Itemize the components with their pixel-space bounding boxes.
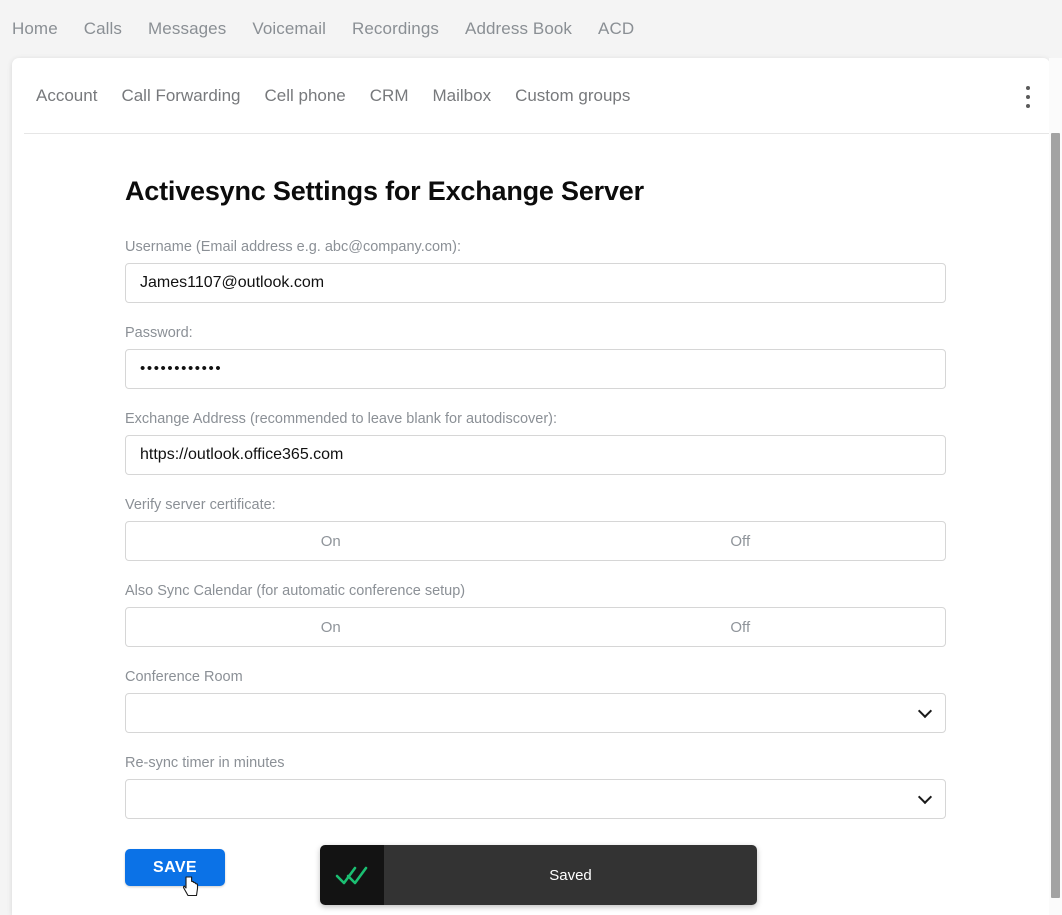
settings-card: Account Call Forwarding Cell phone CRM M… [12,58,1050,915]
field-password: Password: •••••••••••• [125,325,1050,389]
double-check-icon [335,866,368,885]
password-input[interactable]: •••••••••••• [125,349,946,389]
conference-room-select-wrap [125,693,946,733]
tab-custom-groups[interactable]: Custom groups [503,86,642,106]
settings-tab-bar: Account Call Forwarding Cell phone CRM M… [12,58,1050,134]
tab-call-forwarding[interactable]: Call Forwarding [109,86,252,106]
activesync-settings-form: Activesync Settings for Exchange Server … [12,133,1050,909]
tab-bar-divider [24,133,1050,134]
top-navigation-bar: Home Calls Messages Voicemail Recordings… [0,0,1062,58]
topnav-item-voicemail[interactable]: Voicemail [239,0,339,58]
field-sync-calendar: Also Sync Calendar (for automatic confer… [125,583,1050,647]
kebab-vertical-icon[interactable] [1016,84,1040,110]
field-resync-timer: Re-sync timer in minutes [125,755,1050,819]
topnav-item-recordings[interactable]: Recordings [339,0,452,58]
verify-certificate-toggle-group: On Off [125,521,946,561]
username-label: Username (Email address e.g. abc@company… [125,239,461,255]
tab-account[interactable]: Account [24,86,109,106]
kebab-dot-2 [1026,95,1030,99]
field-conference-room: Conference Room [125,669,1050,733]
resync-timer-select[interactable] [125,779,946,819]
conference-room-label: Conference Room [125,669,243,685]
topnav-item-home[interactable]: Home [12,0,71,58]
field-verify-certificate: Verify server certificate: On Off [125,497,1050,561]
topnav-item-messages[interactable]: Messages [135,0,239,58]
sync-calendar-on-option[interactable]: On [126,608,536,646]
sync-calendar-off-option[interactable]: Off [536,608,946,646]
tab-crm[interactable]: CRM [358,86,421,106]
resync-timer-label: Re-sync timer in minutes [125,755,285,771]
topnav-item-acd[interactable]: ACD [585,0,647,58]
password-label: Password: [125,325,193,341]
verify-certificate-label: Verify server certificate: [125,497,276,513]
kebab-dot-1 [1026,86,1030,90]
kebab-dot-3 [1026,104,1030,108]
username-input[interactable] [125,263,946,303]
exchange-address-input[interactable] [125,435,946,475]
sync-calendar-label: Also Sync Calendar (for automatic confer… [125,583,466,599]
conference-room-select[interactable] [125,693,946,733]
verify-certificate-off-option[interactable]: Off [536,522,946,560]
save-button[interactable]: SAVE [125,849,225,886]
field-exchange-address: Exchange Address (recommended to leave b… [125,411,1050,475]
tab-mailbox[interactable]: Mailbox [420,86,503,106]
sync-calendar-toggle-group: On Off [125,607,946,647]
verify-certificate-on-option[interactable]: On [126,522,536,560]
saved-toast: Saved [320,845,757,905]
vertical-scrollbar-thumb[interactable] [1051,133,1060,898]
topnav-item-address-book[interactable]: Address Book [452,0,585,58]
field-username: Username (Email address e.g. abc@company… [125,239,1050,303]
tab-cell-phone[interactable]: Cell phone [252,86,357,106]
topnav-item-calls[interactable]: Calls [71,0,135,58]
toast-message: Saved [384,845,757,905]
exchange-address-label: Exchange Address (recommended to leave b… [125,411,558,427]
resync-timer-select-wrap [125,779,946,819]
page-title: Activesync Settings for Exchange Server [125,176,644,206]
toast-icon-panel [320,845,384,905]
